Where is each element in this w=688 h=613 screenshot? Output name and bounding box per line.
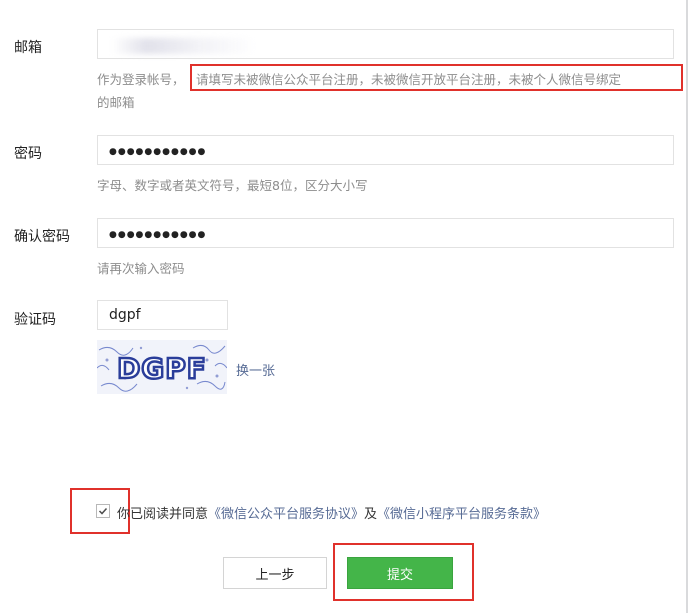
agreement-text: 你已阅读并同意《微信公众平台服务协议》及《微信小程序平台服务条款》: [117, 503, 546, 522]
prev-step-button[interactable]: 上一步: [223, 557, 327, 589]
confirm-password-hint: 请再次输入密码: [97, 261, 185, 276]
agreement-checkbox[interactable]: [96, 504, 110, 518]
check-icon: [98, 507, 108, 515]
refresh-captcha-link[interactable]: 换一张: [236, 360, 275, 379]
password-hint: 字母、数字或者英文符号，最短8位，区分大小写: [97, 178, 368, 193]
captcha-image: DGPF: [96, 340, 228, 394]
confirm-password-value: ●●●●●●●●●●●: [109, 230, 207, 240]
agreement-and: 及: [364, 507, 378, 522]
password-label: 密码: [14, 146, 42, 162]
email-hint-prefix: 作为登录帐号，: [97, 72, 185, 87]
service-agreement-link[interactable]: 《微信公众平台服务协议》: [208, 507, 364, 522]
email-hint-highlight: 请填写未被微信公众平台注册，未被微信开放平台注册，未被个人微信号绑定: [196, 72, 622, 87]
captcha-input[interactable]: [97, 300, 228, 330]
password-value: ●●●●●●●●●●●: [109, 147, 207, 157]
confirm-password-label: 确认密码: [14, 229, 70, 245]
agreement-prefix: 你已阅读并同意: [117, 507, 209, 522]
email-blur: [112, 38, 252, 54]
confirm-password-field[interactable]: ●●●●●●●●●●●: [97, 218, 674, 248]
email-label: 邮箱: [14, 40, 42, 56]
email-hint-suffix: 的邮箱: [97, 95, 135, 110]
miniprogram-terms-link[interactable]: 《微信小程序平台服务条款》: [377, 507, 546, 522]
captcha-image-text: DGPF: [117, 352, 207, 385]
submit-button[interactable]: 提交: [347, 557, 453, 589]
captcha-label: 验证码: [14, 312, 56, 328]
password-field[interactable]: ●●●●●●●●●●●: [97, 135, 674, 165]
